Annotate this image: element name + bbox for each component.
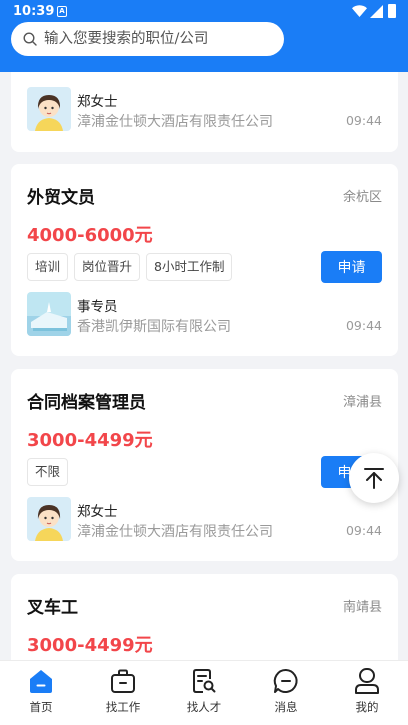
search-bar[interactable]: [11, 22, 284, 56]
recruiter-info: 郑女士 漳浦金仕顿大酒店有限责任公司 09:44: [27, 87, 382, 133]
job-card[interactable]: 叉车工 南靖县 3000-4499元: [11, 574, 398, 660]
job-location: 漳浦县: [342, 395, 382, 410]
recruiter-name: 郑女士: [77, 504, 118, 520]
recruiter-name: 事专员: [77, 299, 118, 315]
bottom-tab-bar: 首页 找工作 找人才 消息 我的: [0, 660, 408, 725]
job-location: 南靖县: [342, 600, 382, 615]
tab-messages[interactable]: 消息: [245, 661, 327, 725]
job-salary: 3000-4499元: [27, 635, 153, 656]
tab-label: 我的: [355, 700, 379, 714]
tab-home[interactable]: 首页: [0, 661, 82, 725]
arrow-up-to-top-icon: [364, 468, 384, 489]
wifi-icon: [352, 5, 367, 17]
job-salary: 4000-6000元: [27, 225, 153, 246]
job-tags: 不限: [27, 458, 69, 486]
posted-time: 09:44: [345, 113, 382, 128]
notification-a-icon: A: [57, 6, 67, 17]
user-icon: [355, 668, 379, 694]
job-tags: 培训 岗位晋升 8小时工作制: [27, 253, 233, 281]
cartoon-girl-avatar: [27, 497, 71, 541]
job-title: 合同档案管理员: [27, 393, 146, 413]
building-photo-avatar: [27, 292, 71, 336]
tab-label: 消息: [274, 700, 298, 714]
tab-find-talent[interactable]: 找人才: [163, 661, 245, 725]
company-name: 漳浦金仕顿大酒店有限责任公司: [77, 524, 273, 540]
tab-label: 首页: [29, 700, 53, 714]
briefcase-icon: [111, 669, 135, 693]
signal-icon: [370, 5, 383, 18]
job-tag: 不限: [27, 458, 69, 486]
tab-profile[interactable]: 我的: [326, 661, 408, 725]
job-card[interactable]: 合同档案管理员 漳浦县 3000-4499元 不限 申请 郑女士 漳浦金仕顿大酒…: [11, 369, 398, 561]
tab-label: 找人才: [186, 700, 222, 714]
back-to-top-button[interactable]: [349, 453, 399, 503]
job-location: 余杭区: [342, 190, 382, 205]
message-icon: [273, 668, 298, 693]
status-time: 10:39: [13, 4, 55, 19]
tab-label: 找工作: [105, 700, 141, 714]
company-name: 香港凯伊斯国际有限公司: [77, 319, 231, 335]
search-input[interactable]: [44, 22, 274, 56]
company-name: 漳浦金仕顿大酒店有限责任公司: [77, 114, 273, 130]
job-list[interactable]: 申请 郑女士 漳浦金仕顿大酒店有限责任公司 09:44 外贸文员 余杭区 400…: [0, 0, 408, 660]
job-card[interactable]: 外贸文员 余杭区 4000-6000元 培训 岗位晋升 8小时工作制 申请 事专…: [11, 164, 398, 356]
recruiter-info: 事专员 香港凯伊斯国际有限公司 09:44: [27, 292, 382, 338]
job-title: 叉车工: [27, 598, 78, 618]
cartoon-girl-avatar: [27, 87, 71, 131]
posted-time: 09:44: [345, 318, 382, 333]
job-salary: 3000-4499元: [27, 430, 153, 451]
posted-time: 09:44: [345, 523, 382, 538]
search-icon: [23, 32, 37, 46]
job-tag: 培训: [27, 253, 69, 281]
recruiter-info: 郑女士 漳浦金仕顿大酒店有限责任公司 09:44: [27, 497, 382, 543]
battery-icon: [388, 4, 396, 18]
job-title: 外贸文员: [27, 188, 95, 208]
top-bar: 10:39 A: [0, 0, 408, 72]
apply-button[interactable]: 申请: [321, 251, 382, 283]
tab-find-job[interactable]: 找工作: [82, 661, 164, 725]
resume-search-icon: [193, 669, 216, 693]
status-bar: 10:39 A: [0, 0, 408, 24]
home-icon: [30, 670, 52, 693]
recruiter-name: 郑女士: [77, 94, 118, 110]
job-tag: 岗位晋升: [74, 253, 141, 281]
job-tag: 8小时工作制: [146, 253, 233, 281]
